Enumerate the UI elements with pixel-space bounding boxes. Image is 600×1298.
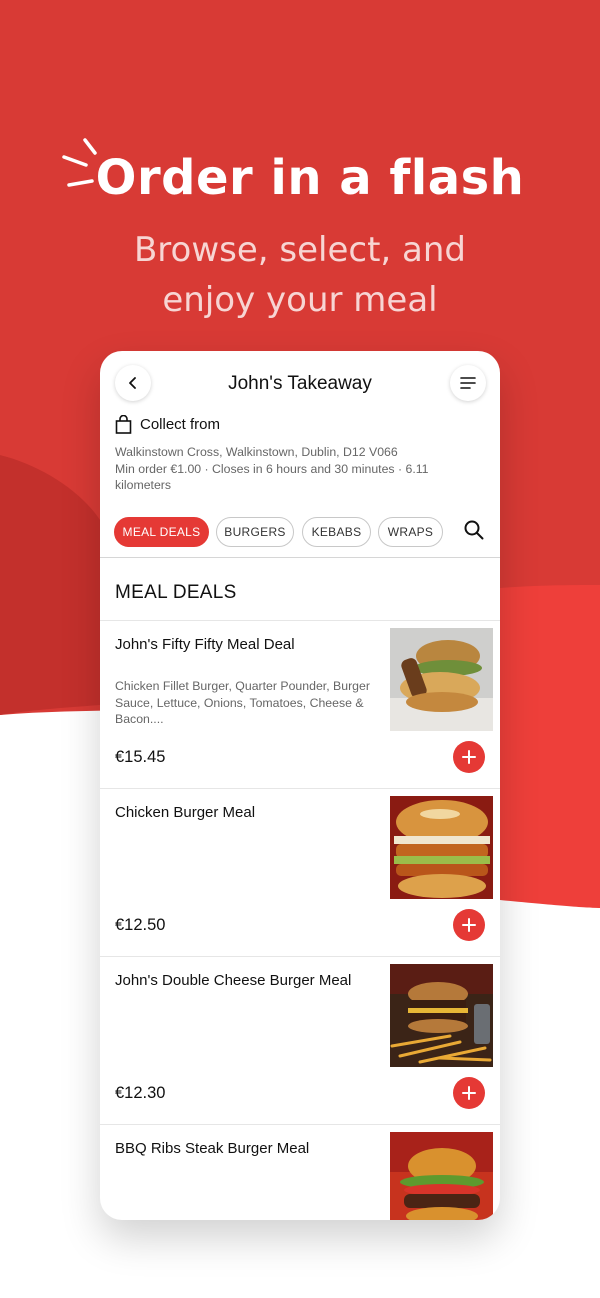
store-address-block: Walkinstown Cross, Walkinstown, Dublin, … [115,444,435,494]
collect-from-row: Collect from [115,415,220,434]
item-image [390,796,493,899]
item-description: Chicken Fillet Burger, Quarter Pounder, … [115,679,370,726]
item-name: John's Fifty Fifty Meal Deal [115,636,295,653]
item-image [390,1132,493,1220]
store-details: Min order €1.00 · Closes in 6 hours and … [115,461,429,493]
item-price: €15.45 [115,748,166,766]
menu-button[interactable] [450,365,486,401]
store-address: Walkinstown Cross, Walkinstown, Dublin, … [115,445,398,459]
item-price: €12.50 [115,916,166,934]
item-name: BBQ Ribs Steak Burger Meal [115,1140,310,1157]
category-chips: MEAL DEALS BURGERS KEBABS WRAPS [114,517,486,547]
item-image [390,964,493,1067]
collect-from-label: Collect from [140,416,221,433]
shopping-bag-icon [115,415,132,434]
promo-headline: Order in a flash [95,150,525,206]
menu-item[interactable]: BBQ Ribs Steak Burger Meal [100,1124,500,1220]
menu-item[interactable]: John's Double Cheese Burger Meal €12.30 [100,956,500,1125]
plus-icon [462,918,476,932]
item-image [390,628,493,731]
top-bar: John's Takeaway [100,351,500,417]
item-name: John's Double Cheese Burger Meal [115,972,352,989]
add-to-cart-button[interactable] [453,741,485,773]
divider [100,557,500,558]
chip-wraps[interactable]: WRAPS [378,517,443,547]
chip-kebabs[interactable]: KEBABS [302,517,371,547]
promo-subline-1: Browse, select, and [133,230,466,270]
section-title: MEAL DEALS [115,582,237,603]
item-name: Chicken Burger Meal [115,804,256,821]
plus-icon [462,750,476,764]
plus-icon [462,1086,476,1100]
page-title: John's Takeaway [228,373,372,394]
promo-subline-2: enjoy your meal [162,280,438,320]
chip-burgers[interactable]: BURGERS [216,517,294,547]
chip-meal-deals[interactable]: MEAL DEALS [114,517,209,547]
menu-icon [460,377,476,389]
search-icon[interactable] [462,518,486,542]
app-screen: John's Takeaway Collect from Walkinstown… [100,351,500,1220]
item-price: €12.30 [115,1084,166,1102]
menu-item[interactable]: John's Fifty Fifty Meal Deal Chicken Fil… [100,620,500,789]
menu-item[interactable]: Chicken Burger Meal €12.50 [100,788,500,957]
add-to-cart-button[interactable] [453,1077,485,1109]
add-to-cart-button[interactable] [453,909,485,941]
